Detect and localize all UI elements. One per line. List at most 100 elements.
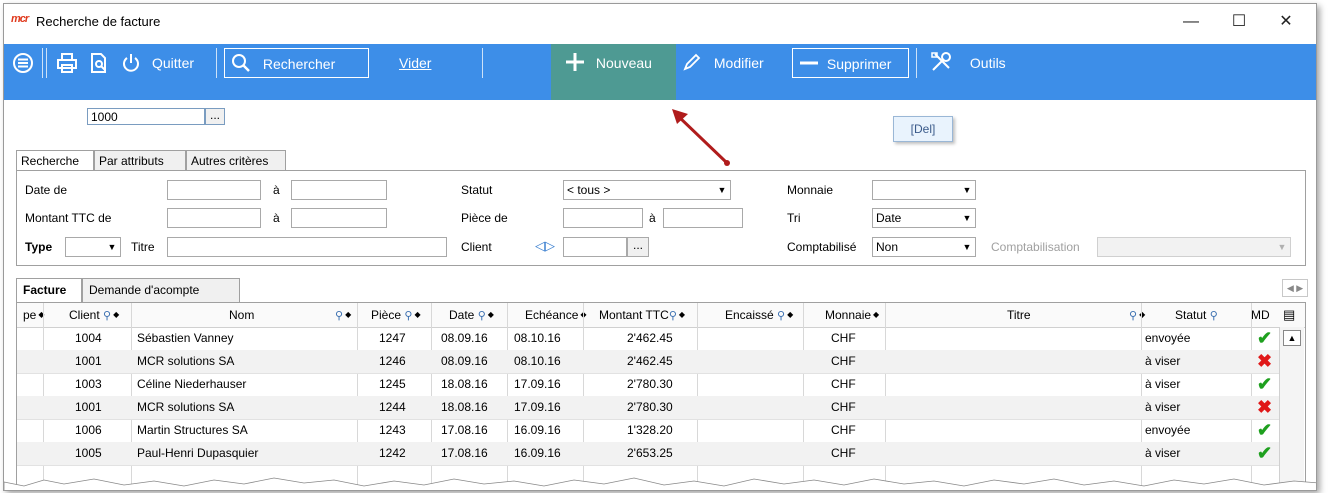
col-statut-header[interactable]: Statut ⚲	[1175, 303, 1218, 327]
checkmark-icon: ✔	[1257, 443, 1273, 463]
col-nom-header[interactable]: Nom	[229, 303, 254, 327]
tab-recherche[interactable]: Recherche	[16, 150, 94, 171]
table-row[interactable]: 1005 Paul-Henri Dupasquier 1242 17.08.16 16.…	[17, 442, 1279, 466]
tab-scroll-arrows[interactable]: ◀ ▶	[1282, 279, 1308, 297]
maximize-icon[interactable]: ☐	[1217, 8, 1261, 36]
cross-icon: ✖	[1257, 351, 1273, 371]
preview-icon[interactable]	[88, 48, 110, 78]
company-browse-button[interactable]: ...	[205, 108, 225, 125]
col-encaisse-header[interactable]: Encaissé ⚲ ◆	[725, 303, 793, 327]
vertical-scrollbar[interactable]: ▲	[1279, 327, 1304, 490]
company-code-input[interactable]: 1000	[87, 108, 205, 125]
cell-client: 1001	[75, 400, 102, 414]
invoice-grid: pe ◆ Client ⚲ ◆ Nom ⚲ ◆ Pièce ⚲ ◆ Date ⚲ ◆ Ec…	[16, 302, 1306, 490]
statut-select[interactable]: < tous > ▼	[563, 180, 731, 200]
tab-demande-acompte[interactable]: Demande d'acompte	[82, 278, 240, 302]
scroll-up-icon[interactable]: ▲	[1283, 330, 1301, 346]
filter-icon: ⚲	[668, 310, 677, 322]
amount-to-input[interactable]	[291, 208, 387, 228]
tri-value: Date	[876, 211, 902, 225]
table-row[interactable]: 1001 MCR solutions SA 1244 18.08.16 17.09.16…	[17, 396, 1279, 420]
tri-select[interactable]: Date ▼	[872, 208, 976, 228]
quitter-button[interactable]: Quitter	[152, 48, 194, 78]
monnaie-select[interactable]: ▼	[872, 180, 976, 200]
tab-par-attributs[interactable]: Par attributs	[94, 150, 186, 170]
cell-montant: 2'653.25	[627, 446, 673, 460]
date-from-input[interactable]	[167, 180, 261, 200]
type-select[interactable]: ▼	[65, 237, 121, 257]
toolbar-separator	[216, 48, 217, 78]
company-label: Société	[12, 110, 53, 124]
cell-monnaie: CHF	[831, 377, 856, 391]
tab-facture[interactable]: Facture	[16, 278, 82, 302]
cell-piece: 1247	[379, 331, 406, 345]
nouveau-label: Nouveau	[595, 55, 652, 71]
nouveau-button[interactable]: Nouveau	[564, 48, 652, 78]
menu-icon[interactable]	[12, 48, 34, 78]
pencil-icon	[682, 53, 702, 71]
cell-piece: 1243	[379, 423, 406, 437]
modifier-button[interactable]: Modifier	[682, 48, 764, 78]
search-icon	[231, 54, 251, 72]
rechercher-label: Rechercher	[262, 56, 336, 72]
client-browse-button[interactable]: ...	[627, 237, 649, 257]
col-titre-header[interactable]: Titre	[1007, 303, 1031, 327]
col-client-header[interactable]: Client ⚲ ◆	[69, 303, 119, 327]
filter-icon: ⚲	[103, 310, 112, 322]
piece-to-input[interactable]	[663, 208, 743, 228]
cell-date: 17.08.16	[441, 446, 488, 460]
filter-icon[interactable]: ⚲ ◆	[1129, 303, 1145, 327]
toolbar: Quitter Rechercher Vider Nouveau Modifie…	[4, 44, 1316, 152]
vider-button[interactable]: Vider	[399, 48, 431, 78]
cell-statut: à viser	[1145, 377, 1181, 391]
grid-header: pe ◆ Client ⚲ ◆ Nom ⚲ ◆ Pièce ⚲ ◆ Date ⚲ ◆ Ec…	[17, 303, 1305, 328]
close-icon[interactable]: ✕	[1264, 8, 1308, 36]
outils-button[interactable]: Outils	[930, 48, 1006, 78]
cell-monnaie: CHF	[831, 331, 856, 345]
cell-monnaie: CHF	[831, 446, 856, 460]
titre-input[interactable]	[167, 237, 447, 257]
filter-icon: ⚲	[777, 310, 786, 322]
comptabilise-select[interactable]: Non ▼	[872, 237, 976, 257]
table-row[interactable]: 1004 Sébastien Vanney 1247 08.09.16 08.10.16…	[17, 327, 1279, 351]
cell-montant: 2'462.45	[627, 331, 673, 345]
cell-client: 1001	[75, 354, 102, 368]
power-icon[interactable]	[120, 48, 142, 78]
montant-de-label: Montant TTC de	[25, 211, 112, 225]
supprimer-button[interactable]: Supprimer	[792, 48, 909, 78]
amount-from-input[interactable]	[167, 208, 261, 228]
col-type-header[interactable]: pe ◆	[23, 303, 45, 327]
col-echeance-header[interactable]: Echéance◆	[525, 303, 587, 327]
column-chooser-icon[interactable]: ▤	[1283, 303, 1295, 327]
print-icon[interactable]	[56, 48, 78, 78]
minimize-icon[interactable]: —	[1169, 8, 1213, 36]
rechercher-button[interactable]: Rechercher	[224, 48, 369, 78]
client-input[interactable]	[563, 237, 627, 257]
date-a-label: à	[273, 183, 280, 197]
client-swap-icon[interactable]: ◁▷	[535, 238, 555, 254]
filter-icon[interactable]: ⚲ ◆	[335, 303, 351, 327]
piece-a-label: à	[649, 211, 656, 225]
comptabilisation-select: ▼	[1097, 237, 1291, 257]
cell-echeance: 17.09.16	[514, 400, 561, 414]
search-criteria-panel: Date de à Montant TTC de à Type ▼ Titre …	[16, 170, 1306, 266]
col-montant-header[interactable]: Montant TTC⚲ ◆	[599, 303, 685, 327]
supprimer-label: Supprimer	[826, 56, 892, 72]
torn-edge	[4, 477, 1316, 490]
toolbar-separator	[42, 48, 43, 78]
comptabilise-value: Non	[876, 240, 899, 254]
date-to-input[interactable]	[291, 180, 387, 200]
cell-montant: 2'780.30	[627, 400, 673, 414]
piece-from-input[interactable]	[563, 208, 643, 228]
table-row[interactable]: 1001 MCR solutions SA 1246 08.09.16 08.10.16…	[17, 350, 1279, 374]
col-date-header[interactable]: Date ⚲ ◆	[449, 303, 494, 327]
table-row[interactable]: 1006 Martin Structures SA 1243 17.08.16 16.0…	[17, 419, 1279, 443]
table-row[interactable]: 1003 Céline Niederhauser 1245 18.08.16 17.09…	[17, 373, 1279, 397]
col-piece-header[interactable]: Pièce ⚲ ◆	[371, 303, 421, 327]
cell-monnaie: CHF	[831, 423, 856, 437]
col-md-header[interactable]: MD	[1251, 303, 1270, 327]
cell-statut: envoyée	[1145, 331, 1191, 345]
chevron-down-icon: ▼	[962, 213, 972, 223]
tab-autres-criteres[interactable]: Autres critères	[186, 150, 286, 170]
col-monnaie-header[interactable]: Monnaie ◆	[825, 303, 879, 327]
